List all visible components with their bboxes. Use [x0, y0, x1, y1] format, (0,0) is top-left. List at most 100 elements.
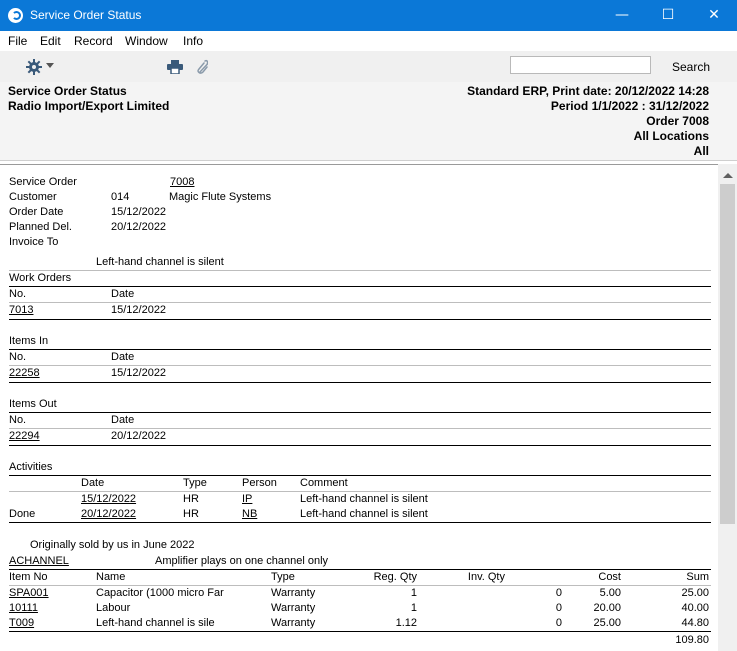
service-order-label: Service Order — [9, 176, 77, 188]
divider — [9, 286, 711, 287]
work-orders-col-date: Date — [111, 288, 135, 300]
items-in-date: 15/12/2022 — [111, 367, 167, 379]
item-row-link[interactable]: T009 — [9, 617, 34, 630]
item-row-inv-qty: 0 — [555, 617, 562, 629]
col-sum: Sum — [686, 571, 709, 583]
items-out-link[interactable]: 22294 — [9, 430, 40, 443]
minimize-button[interactable]: — — [599, 0, 645, 31]
divider — [9, 365, 711, 366]
item-row-cost: 5.00 — [599, 587, 621, 599]
locations-filter: All Locations — [633, 129, 709, 143]
item-row-type: Warranty — [271, 617, 316, 629]
items-total: 109.80 — [675, 634, 709, 646]
app-icon — [8, 8, 23, 23]
chevron-down-icon[interactable] — [46, 63, 54, 68]
menu-edit[interactable]: Edit — [40, 34, 61, 48]
vertical-scrollbar[interactable] — [718, 164, 737, 651]
order-date-label: Order Date — [9, 206, 64, 218]
item-row-reg-qty: 1 — [410, 602, 417, 614]
service-order-link[interactable]: 7008 — [170, 176, 194, 189]
items-out-col-no: No. — [9, 414, 27, 426]
item-row-link[interactable]: SPA001 — [9, 587, 49, 600]
menu-file[interactable]: File — [8, 34, 27, 48]
search-button[interactable]: Search — [672, 60, 710, 74]
divider — [9, 522, 711, 523]
sales-note: Originally sold by us in June 2022 — [30, 539, 195, 551]
item-row-name: Left-hand channel is sile — [96, 617, 215, 629]
divider — [9, 302, 711, 303]
col-cost: Cost — [598, 571, 621, 583]
work-order-date: 15/12/2022 — [111, 304, 167, 316]
col-item-no: Item No — [9, 571, 48, 583]
activity-date-link[interactable]: 15/12/2022 — [81, 493, 136, 506]
activities-col-comment: Comment — [300, 477, 348, 489]
title-bar: Service Order Status — ☐ ✕ — [0, 0, 737, 31]
divider — [9, 319, 711, 320]
activities-col-date: Date — [81, 477, 105, 489]
customer-label: Customer — [9, 191, 57, 203]
activity-person-link[interactable]: NB — [242, 508, 257, 521]
divider — [9, 428, 711, 429]
order-filter: Order 7008 — [646, 114, 709, 128]
divider — [9, 585, 711, 586]
close-button[interactable]: ✕ — [691, 0, 737, 31]
printer-icon[interactable] — [167, 60, 183, 74]
activity-status: Done — [9, 508, 36, 520]
item-code-link[interactable]: ACHANNEL — [9, 555, 69, 568]
item-description: Amplifier plays on one channel only — [155, 555, 329, 567]
work-order-link[interactable]: 7013 — [9, 304, 33, 317]
activity-date-link[interactable]: 20/12/2022 — [81, 508, 136, 521]
order-date: 15/12/2022 — [111, 206, 167, 218]
item-row-inv-qty: 0 — [555, 602, 562, 614]
customer-code: 014 — [111, 191, 130, 203]
col-type: Type — [271, 571, 295, 583]
activity-comment: Left-hand channel is silent — [300, 508, 428, 520]
item-row-link[interactable]: 10111 — [9, 602, 38, 615]
divider — [9, 349, 711, 350]
item-row-sum: 25.00 — [681, 587, 709, 599]
search-input[interactable] — [510, 56, 651, 74]
maximize-button[interactable]: ☐ — [645, 0, 691, 31]
item-row-reg-qty: 1.12 — [395, 617, 417, 629]
print-info: Standard ERP, Print date: 20/12/2022 14:… — [467, 84, 709, 98]
divider — [9, 412, 711, 413]
all-filter: All — [693, 144, 709, 158]
report-header: Service Order Status Radio Import/Export… — [0, 82, 737, 161]
items-out-title: Items Out — [9, 398, 57, 410]
activity-person-link[interactable]: IP — [242, 493, 252, 506]
col-name: Name — [96, 571, 126, 583]
items-in-link[interactable]: 22258 — [9, 367, 40, 380]
menu-window[interactable]: Window — [125, 34, 168, 48]
divider — [9, 475, 711, 476]
items-in-title: Items In — [9, 335, 49, 347]
activity-type: HR — [183, 493, 199, 505]
divider — [9, 445, 711, 446]
item-row-name: Labour — [96, 602, 131, 614]
items-out-date: 20/12/2022 — [111, 430, 167, 442]
customer-name: Magic Flute Systems — [169, 191, 272, 203]
company-name: Radio Import/Export Limited — [8, 99, 170, 113]
divider — [9, 270, 711, 271]
col-reg-qty: Reg. Qty — [373, 571, 417, 583]
item-row-sum: 40.00 — [681, 602, 709, 614]
menu-info[interactable]: Info — [183, 34, 203, 48]
window-title: Service Order Status — [30, 8, 142, 22]
activity-type: HR — [183, 508, 199, 520]
scroll-up-icon[interactable] — [723, 173, 733, 178]
gear-icon[interactable] — [26, 59, 42, 75]
activities-col-type: Type — [183, 477, 207, 489]
item-row-cost: 20.00 — [593, 602, 621, 614]
activities-col-person: Person — [242, 477, 277, 489]
period: Period 1/1/2022 : 31/12/2022 — [550, 99, 709, 113]
invoice-to-label: Invoice To — [9, 236, 59, 248]
planned-del-label: Planned Del. — [9, 221, 72, 233]
items-in-col-date: Date — [111, 351, 135, 363]
paperclip-icon[interactable] — [194, 59, 208, 75]
menu-record[interactable]: Record — [74, 34, 113, 48]
item-row-inv-qty: 0 — [555, 587, 562, 599]
report-name: Service Order Status — [8, 84, 127, 98]
scrollbar-thumb[interactable] — [720, 184, 735, 524]
planned-del: 20/12/2022 — [111, 221, 167, 233]
item-row-type: Warranty — [271, 587, 316, 599]
item-row-name: Capacitor (1000 micro Far — [96, 587, 224, 599]
